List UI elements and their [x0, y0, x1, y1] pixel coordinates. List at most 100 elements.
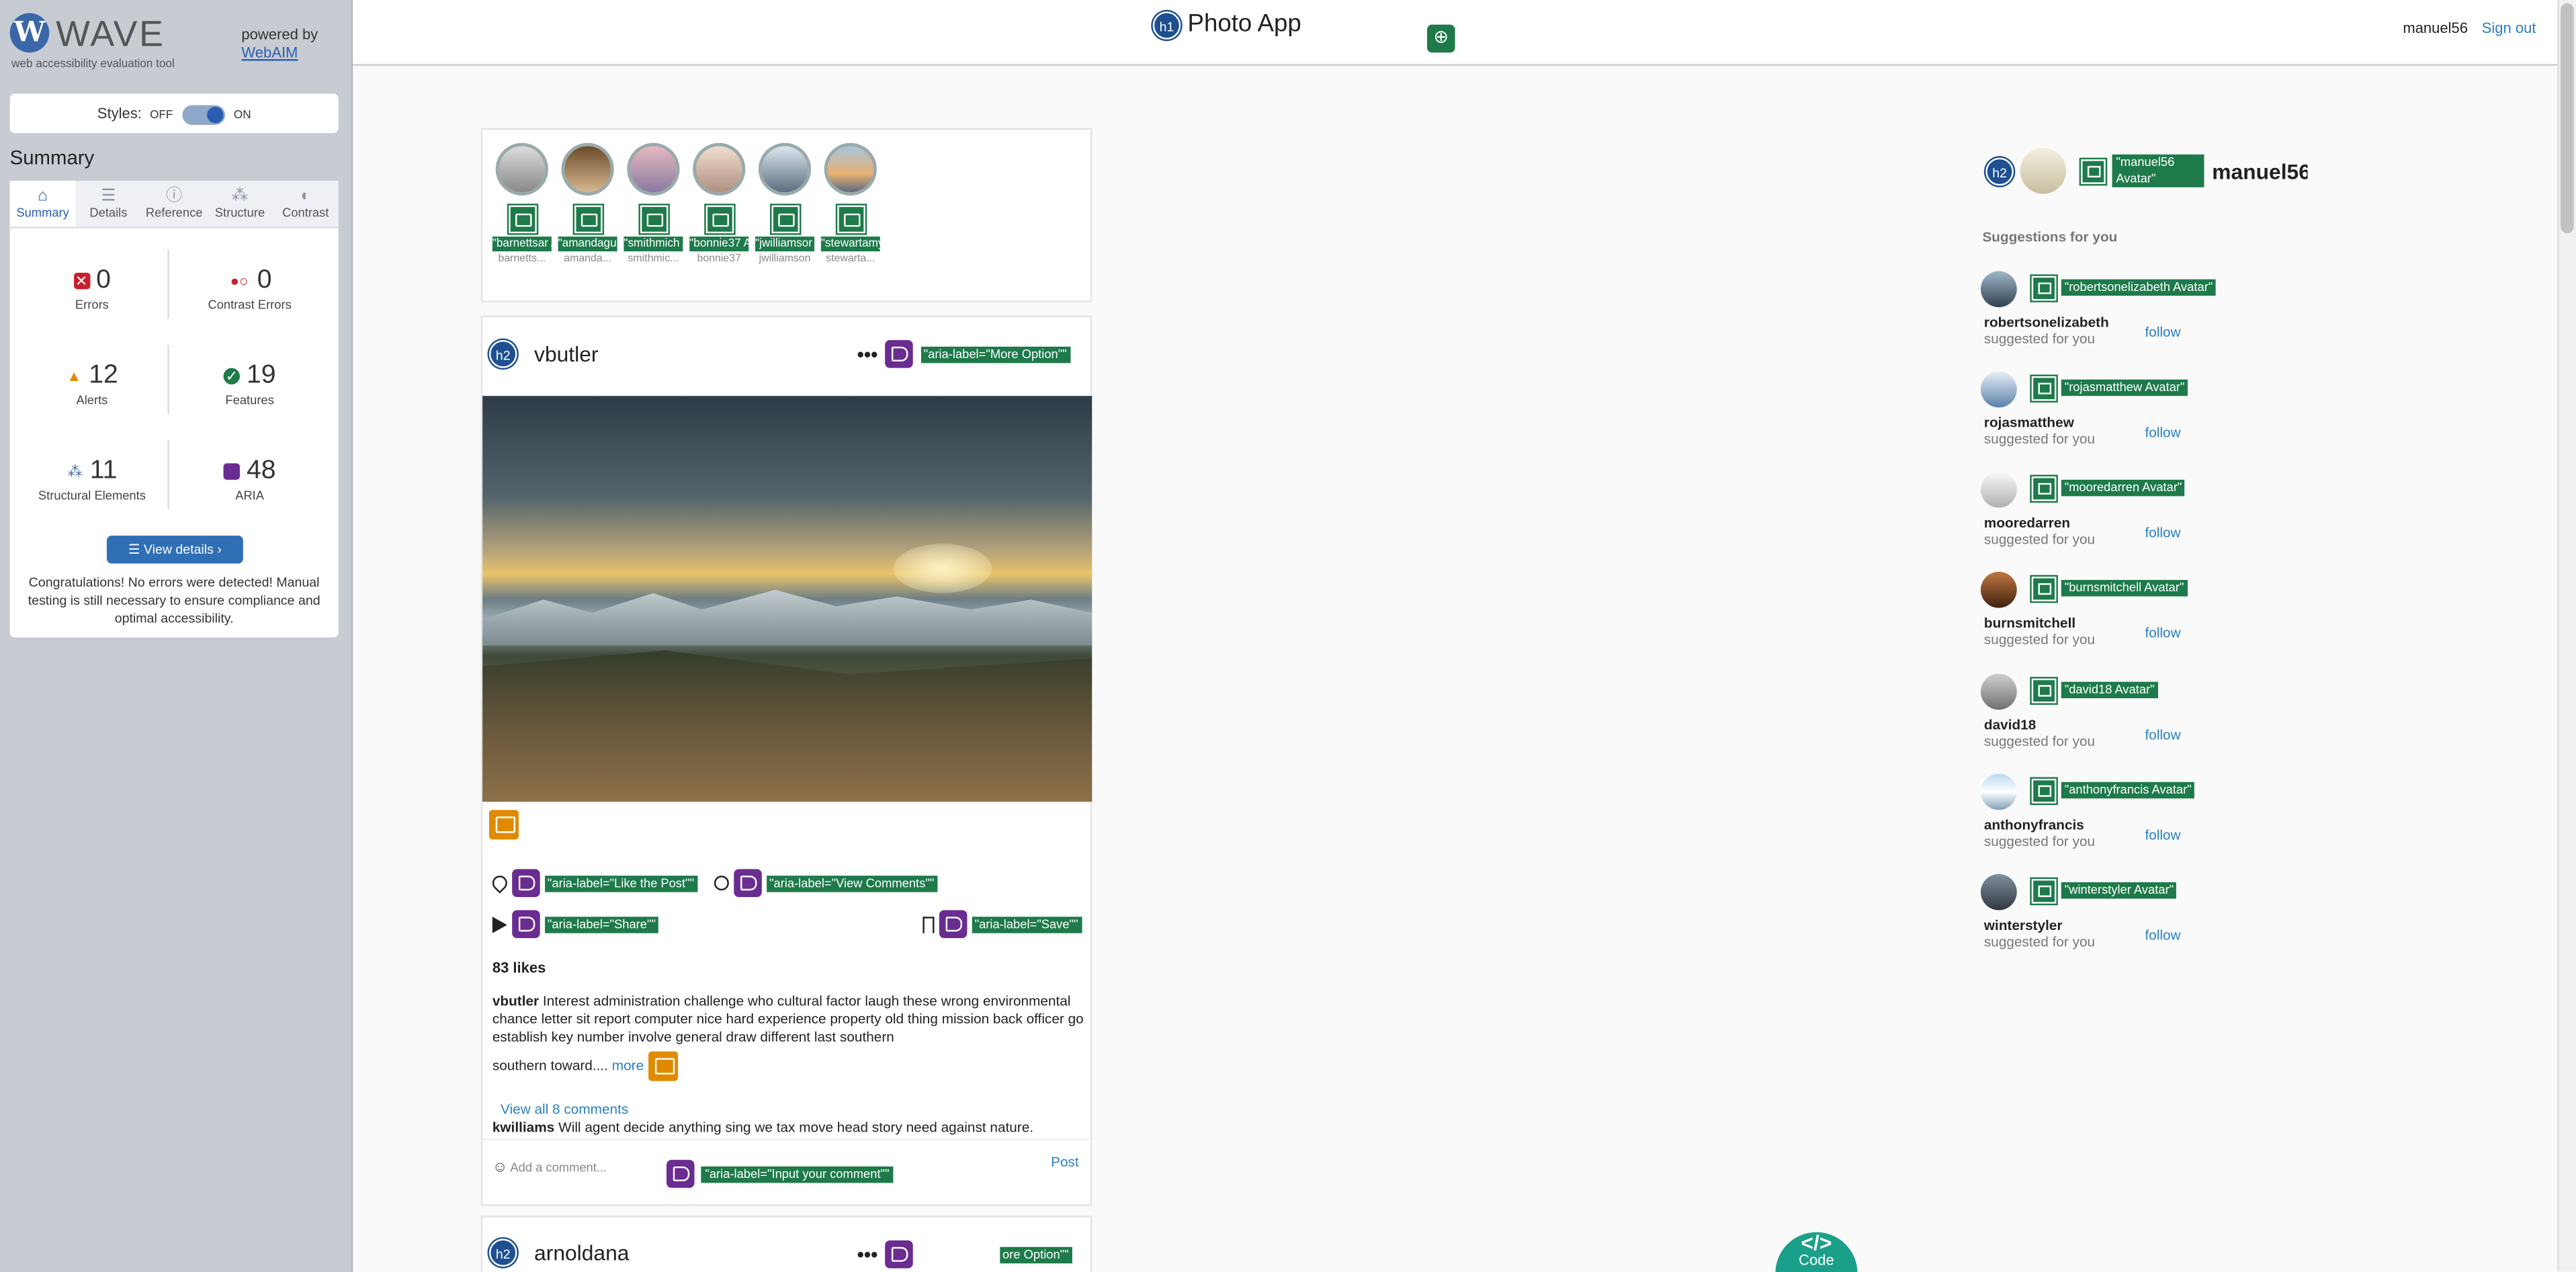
stat-features[interactable]: ✓ 19 Features — [167, 362, 331, 407]
share-button[interactable]: "aria-label="Share"" — [492, 910, 659, 939]
avatar — [758, 142, 812, 196]
stat-structural[interactable]: ⁂ 11 Structural Elements — [10, 457, 174, 503]
avatar[interactable] — [1980, 571, 2017, 608]
suggestion-subtitle: suggested for you — [1983, 430, 2096, 448]
avatar[interactable] — [2020, 148, 2067, 194]
story-item[interactable]: "stewartamy Avatar" stewarta... — [820, 142, 880, 265]
view-details-label: View details › — [143, 542, 222, 557]
avatar-alt-label: "burnsmitchell Avatar" — [2061, 580, 2188, 597]
avatar-alt-label: "david18 Avatar" — [2061, 681, 2158, 699]
avatar-alt-label: "mooredarren Avatar" — [2061, 479, 2186, 497]
story-name: stewarta... — [826, 253, 875, 265]
image-icon — [508, 205, 536, 234]
errors-count: 0 — [96, 266, 111, 294]
avatar[interactable] — [1980, 471, 2017, 508]
avatar[interactable] — [1980, 673, 2017, 710]
wave-tabs: ⌂ Summary ☰ Details ⓘ Reference ⁂ Structure … — [9, 180, 339, 228]
signout-link[interactable]: Sign out — [2482, 19, 2536, 36]
stat-errors[interactable]: ✕ 0 Errors — [10, 266, 174, 312]
view-comments-link[interactable]: View all 8 comments — [501, 1101, 628, 1117]
aria-label-tag: "aria-label="Save"" — [971, 916, 1082, 933]
scrollbar-thumb[interactable] — [2561, 3, 2574, 234]
summary-panel: ⌂ Summary ☰ Details ⓘ Reference ⁂ Structure … — [9, 180, 339, 638]
follow-button[interactable]: follow — [2145, 624, 2180, 640]
wave-logo-icon: W — [9, 13, 50, 53]
stat-alerts[interactable]: ▲ 12 Alerts — [10, 362, 174, 407]
story-name: jwilliamson — [759, 253, 811, 265]
more-options[interactable]: ••• ore Option"" — [857, 1240, 1072, 1270]
suggestion-subtitle: suggested for you — [1983, 630, 2096, 648]
suggestion-name[interactable]: anthonyfrancis — [1984, 816, 2084, 833]
story-item[interactable]: "barnettsar Avatar" barnetts... — [492, 142, 552, 265]
stat-contrast-errors[interactable]: ●○ 0 Contrast Errors — [167, 266, 331, 312]
like-button[interactable]: "aria-label="Like the Post"" — [489, 869, 697, 897]
suggestion-name[interactable]: david18 — [1984, 716, 2036, 732]
follow-button[interactable]: follow — [2145, 927, 2180, 943]
post-author[interactable]: vbutler — [534, 342, 598, 367]
story-item[interactable]: "jwilliamsor Avatar" jwilliamson — [755, 142, 815, 265]
comment-input[interactable]: ☺ Add a comment... — [492, 1158, 607, 1175]
suggestion-name[interactable]: rojasmatthew — [1984, 414, 2074, 430]
tab-contrast[interactable]: ◐ Contrast — [273, 181, 339, 226]
avatar[interactable] — [1980, 271, 2017, 308]
story-alt-label: "bonnie37 Avatar" — [689, 237, 749, 252]
story-name: smithmic... — [628, 253, 679, 265]
aria-label-tag: ore Option"" — [999, 1246, 1072, 1263]
current-user-name[interactable]: manuel56 — [2212, 159, 2307, 183]
powered-by: powered by WebAIM — [241, 26, 318, 62]
avatar — [495, 142, 548, 196]
tab-details[interactable]: ☰ Details — [75, 181, 141, 226]
top-bar: h1 Photo App ⊕ manuel56 Sign out — [353, 0, 2558, 66]
caption-author[interactable]: vbutler — [492, 992, 539, 1009]
follow-button[interactable]: follow — [2145, 826, 2180, 843]
tab-reference[interactable]: ⓘ Reference — [141, 181, 207, 226]
avatar[interactable] — [1980, 371, 2017, 408]
code-badge[interactable]: </> Code — [1775, 1232, 1858, 1272]
save-button[interactable]: "aria-label="Save"" — [922, 910, 1082, 939]
errors-label: Errors — [75, 297, 109, 312]
styles-toggle[interactable] — [181, 104, 225, 124]
tab-structure[interactable]: ⁂ Structure — [207, 181, 273, 226]
h1-icon: h1 — [1152, 10, 1181, 39]
comment-button[interactable]: "aria-label="View Comments"" — [714, 869, 938, 897]
story-alt-label: "jwilliamsor Avatar" — [755, 237, 815, 252]
follow-button[interactable]: follow — [2145, 726, 2180, 743]
congrats-message: Congratulations! No errors were detected… — [28, 575, 320, 626]
suggestion-name[interactable]: winterstyler — [1984, 917, 2063, 933]
story-item[interactable]: "bonnie37 Avatar" bonnie37 — [689, 142, 749, 265]
aria-label-tag: "aria-label="Share"" — [544, 916, 659, 933]
comment-text: Will agent decide anything sing we tax m… — [558, 1119, 1034, 1136]
story-item[interactable]: "smithmich Avatar" smithmic... — [624, 142, 683, 265]
webaim-link[interactable]: WebAIM — [241, 44, 298, 60]
suggestion-name[interactable]: robertsonelizabeth — [1984, 314, 2109, 330]
view-details-button[interactable]: ☰ View details › — [106, 536, 243, 564]
home-icon: ⌂ — [38, 187, 48, 206]
avatar[interactable] — [1980, 874, 2017, 910]
story-item[interactable]: "amandagu Avatar" amanda... — [558, 142, 617, 265]
info-icon: ⓘ — [165, 187, 183, 206]
aria-label-tag: "aria-label="More Option"" — [920, 346, 1070, 363]
post-comment-button[interactable]: Post — [1051, 1153, 1079, 1169]
suggestion-subtitle: suggested for you — [1983, 933, 2096, 950]
avatar-alt-label: "robertsonelizabeth Avatar" — [2061, 279, 2217, 296]
structure-icon: ⁂ — [231, 187, 249, 206]
post-author[interactable]: arnoldana — [534, 1241, 629, 1266]
follow-button[interactable]: follow — [2145, 424, 2180, 440]
follow-button[interactable]: follow — [2145, 524, 2180, 540]
tab-summary[interactable]: ⌂ Summary — [9, 180, 76, 227]
follow-button[interactable]: follow — [2145, 324, 2180, 340]
suggestion-name[interactable]: burnsmitchell — [1984, 614, 2075, 630]
structural-count: 11 — [89, 456, 118, 485]
image-icon — [2031, 376, 2057, 401]
suggestion-name[interactable]: mooredarren — [1984, 514, 2070, 530]
alert-icon: ▲ — [67, 368, 82, 384]
comment-author[interactable]: kwilliams — [492, 1119, 554, 1135]
image-icon — [2080, 158, 2106, 183]
more-options[interactable]: ••• "aria-label="More Option"" — [857, 340, 1070, 370]
current-username[interactable]: manuel56 — [2403, 19, 2468, 36]
stat-aria[interactable]: 48 ARIA — [167, 457, 331, 503]
image-icon — [573, 205, 602, 234]
more-link[interactable]: more — [612, 1057, 644, 1073]
contrast-icon: ◐ — [300, 187, 311, 206]
avatar[interactable] — [1980, 773, 2017, 810]
